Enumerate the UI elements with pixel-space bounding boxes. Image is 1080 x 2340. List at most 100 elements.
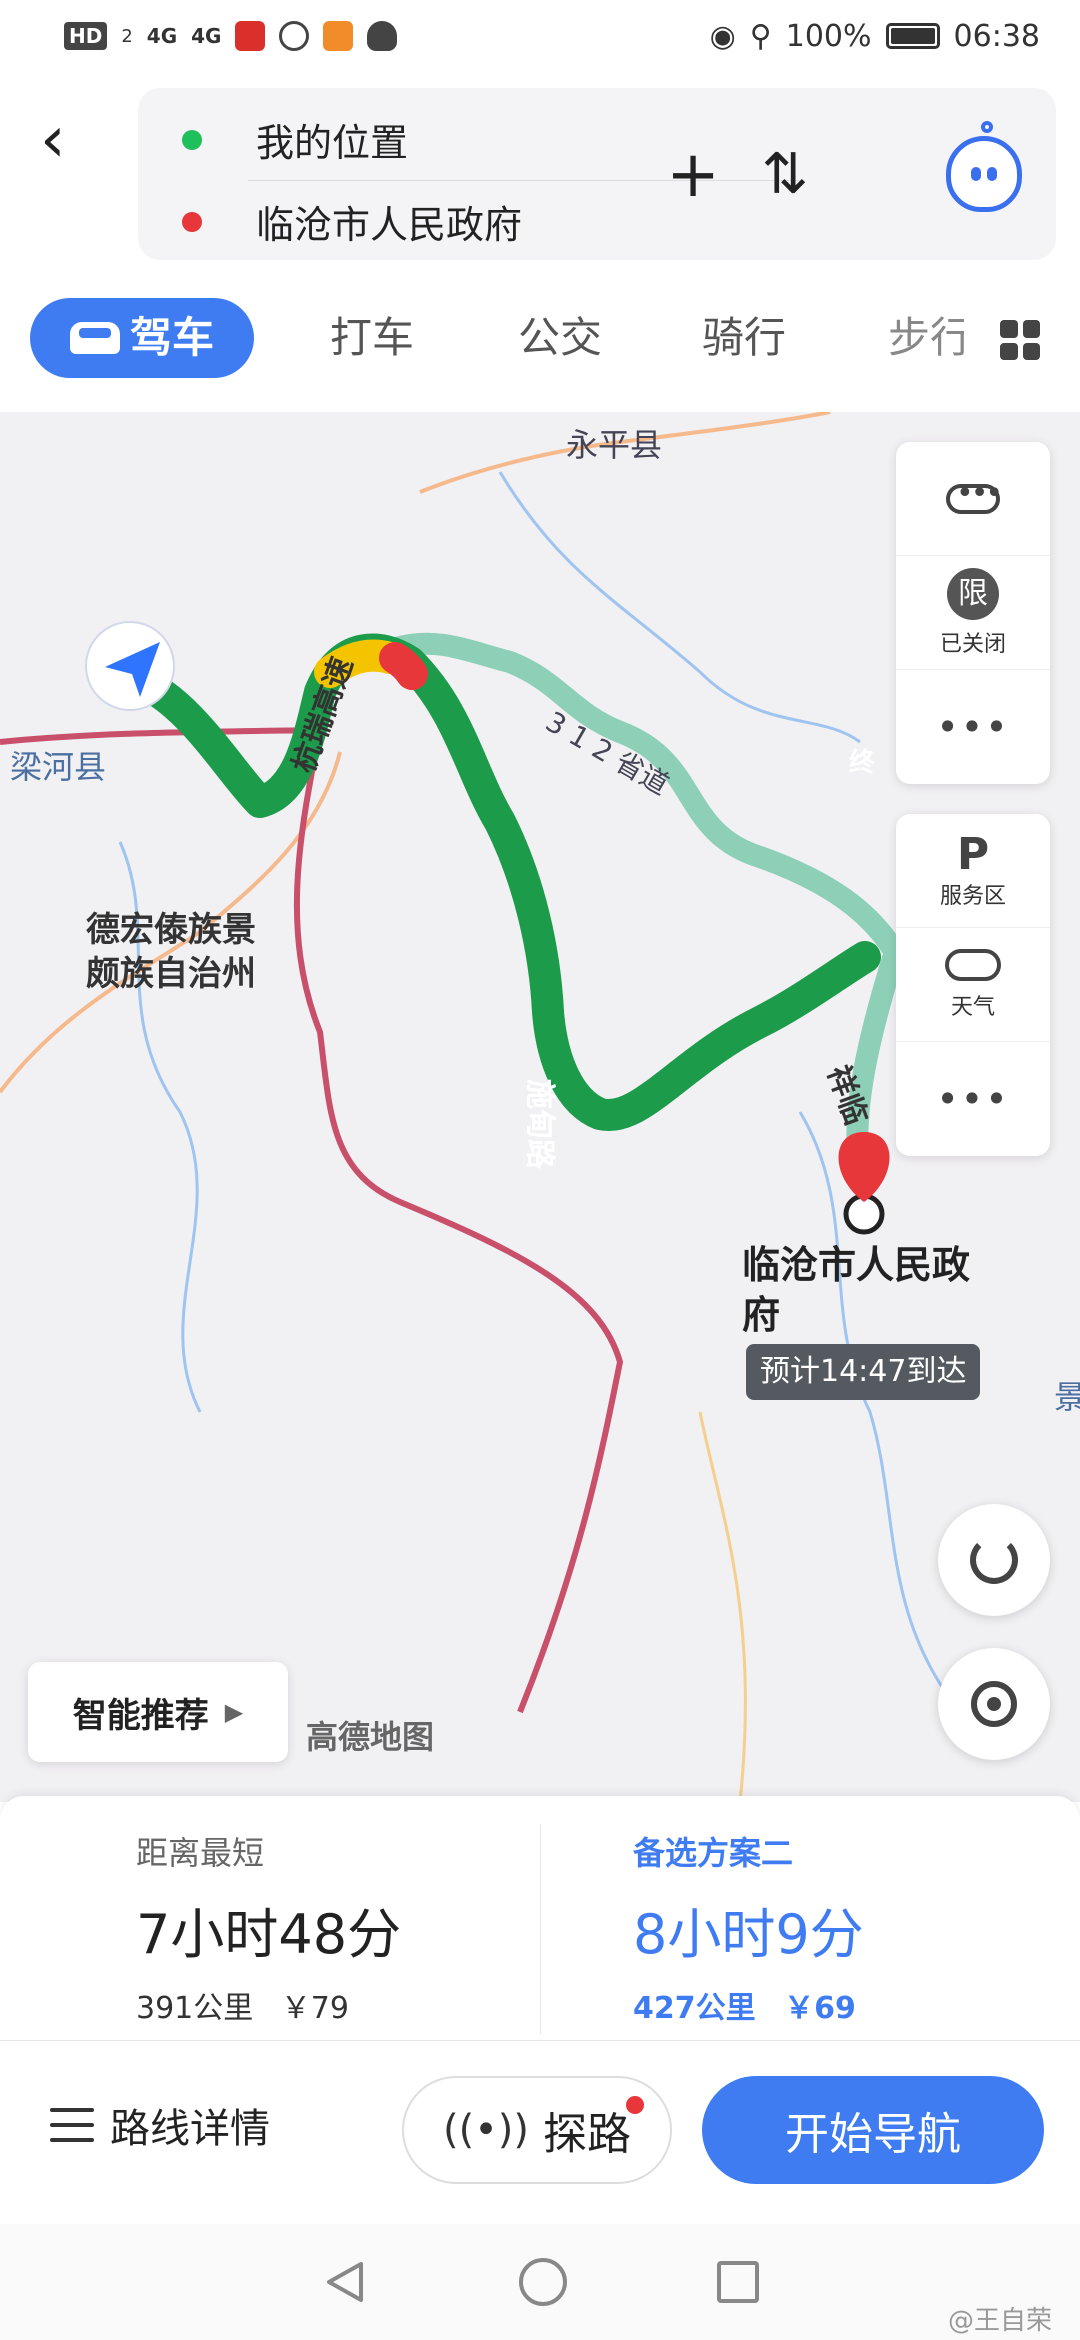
plan-2-time: 8小时9分 [633, 1903, 864, 1966]
smart-recommend-button[interactable]: 智能推荐 ▶ [28, 1662, 288, 1762]
signal-icon-1: 4G [146, 24, 178, 48]
destination-map-label: 临沧市人民政府 [742, 1243, 971, 1337]
route-input-box: 我的位置 临沧市人民政府 + ⇅ [138, 88, 1056, 260]
more-icon-2: ••• [936, 1077, 1010, 1121]
road-label-shidian: 施甸路 [522, 1079, 557, 1169]
battery-percent: 100% [785, 18, 872, 54]
map-tools-panel-bottom: P 服务区 天气 ••• [896, 814, 1050, 1156]
notification-dot [626, 2096, 644, 2114]
destination-text: 临沧市人民政府 [256, 203, 523, 247]
add-waypoint-button[interactable]: + [658, 130, 728, 220]
plan-1-time: 7小时48分 [136, 1903, 402, 1966]
more-tools-bottom[interactable]: ••• [896, 1042, 1050, 1156]
nav-recents-icon[interactable] [717, 2261, 759, 2303]
service-area-label: 服务区 [939, 883, 1006, 909]
plan-card-2[interactable]: 备选方案二 8小时9分 427公里 ￥69 [540, 1824, 1080, 2034]
start-navigation-button[interactable]: 开始导航 [702, 2076, 1044, 2184]
destination-marker-label: 终 [849, 748, 876, 778]
mic-icon [235, 21, 266, 51]
destination-field[interactable]: 临沧市人民政府 [182, 194, 522, 249]
tab-taxi[interactable]: 打车 [330, 298, 414, 378]
refresh-icon [970, 1536, 1018, 1584]
traffic-icon [946, 476, 1000, 514]
tab-drive[interactable]: 驾车 [30, 298, 254, 378]
system-nav-bar [0, 2224, 1080, 2340]
plan-1-distance: 391公里 [136, 1991, 254, 2026]
weather-label: 天气 [950, 994, 995, 1020]
restriction-toggle[interactable]: 限 已关闭 [896, 556, 1050, 670]
cloud-icon [945, 948, 1001, 981]
plan-card-1[interactable]: 距离最短 7小时48分 391公里 ￥79 [0, 1824, 540, 2034]
list-icon [50, 2108, 94, 2142]
map-view[interactable]: 永平县 梁河县 德宏傣族景 颇族自治州 景 杭瑞高速 3 1 2 省道 施甸路 … [0, 412, 1080, 1802]
tab-bus[interactable]: 公交 [518, 298, 602, 378]
probe-route-button[interactable]: ((•)) 探路 [402, 2076, 672, 2184]
road-3 [698, 1411, 747, 1802]
weibo-watermark: @王自荣 [947, 2306, 1052, 2336]
car-icon [69, 322, 120, 354]
restriction-label: 已关闭 [939, 631, 1006, 657]
more-icon: ••• [936, 705, 1010, 749]
assistant-antenna [981, 121, 993, 133]
gaode-logo: 高德地图 [306, 1718, 435, 1756]
status-right: ◉ ⚲ 100% 06:38 [710, 19, 1040, 54]
probe-label: 探路 [543, 2109, 631, 2160]
back-icon[interactable]: ‹ [40, 100, 90, 180]
refresh-route-button[interactable] [938, 1504, 1050, 1616]
place-label-dehong-1: 德宏傣族景 [86, 910, 256, 950]
place-label-yongping: 永平县 [566, 426, 663, 464]
more-tools-top[interactable]: ••• [896, 670, 1050, 784]
clock: 06:38 [953, 18, 1040, 54]
origin-text: 我的位置 [256, 121, 409, 165]
nav-home-icon[interactable] [519, 2258, 567, 2306]
eye-icon: ◉ [709, 18, 736, 54]
jam-segment [379, 642, 428, 690]
eta-badge: 预计14:47到达 [746, 1344, 981, 1400]
more-modes-icon[interactable] [1000, 320, 1040, 360]
plan-1-toll: ￥79 [280, 1991, 349, 2026]
route-header: ‹ 我的位置 临沧市人民政府 + ⇅ 驾车 打车 公交 骑行 步行 [0, 72, 1080, 412]
plan-1-label: 距离最短 [136, 1834, 265, 1872]
main-route[interactable] [124, 633, 881, 1132]
route-details-label: 路线详情 [110, 2106, 270, 2152]
travel-mode-tabs: 驾车 打车 公交 骑行 步行 [0, 298, 1080, 388]
status-left: HD 2 4G 4G [64, 21, 398, 51]
swap-route-button[interactable]: ⇅ [750, 130, 820, 220]
play-arrow-icon: ▶ [224, 1698, 244, 1726]
app-icon [323, 21, 354, 51]
tab-drive-label: 驾车 [129, 313, 214, 362]
locate-me-button[interactable] [938, 1648, 1050, 1760]
origin-dot-icon [182, 129, 202, 150]
plan-2-label: 备选方案二 [633, 1834, 794, 1872]
plan-2-meta: 427公里 ￥69 [633, 1983, 1080, 2027]
hd-icon: HD [64, 22, 108, 50]
weather-toggle[interactable]: 天气 [896, 928, 1050, 1042]
crosshair-icon [971, 1681, 1017, 1727]
weibo-icon [279, 21, 310, 51]
assistant-avatar-icon[interactable] [946, 121, 1022, 212]
qq-icon [367, 21, 398, 51]
map-tools-panel-top: 限 已关闭 ••• [896, 442, 1050, 784]
sheet-divider [0, 2040, 1080, 2041]
location-icon: ⚲ [749, 18, 772, 54]
place-label-jing: 景 [1054, 1378, 1080, 1416]
destination-pin-icon[interactable] [838, 1132, 890, 1202]
destination-dot-icon [182, 211, 202, 232]
smart-recommend-label: 智能推荐 [72, 1695, 209, 1736]
traffic-toggle[interactable] [896, 442, 1050, 556]
service-area-icon: P [956, 828, 990, 880]
service-area-toggle[interactable]: P 服务区 [896, 814, 1050, 928]
origin-field[interactable]: 我的位置 [182, 112, 408, 167]
tab-walk[interactable]: 步行 [888, 298, 964, 378]
place-label-dehong-2: 颇族自治州 [86, 954, 256, 994]
place-label-lianghe: 梁河县 [10, 748, 107, 786]
plan-2-toll: ￥69 [784, 1991, 856, 2026]
plan-1-meta: 391公里 ￥79 [136, 1983, 540, 2027]
plan-2-distance: 427公里 [633, 1991, 756, 2026]
restriction-icon: 限 [947, 567, 999, 620]
broadcast-icon: ((•)) [442, 2107, 529, 2153]
route-details-button[interactable]: 路线详情 [50, 2096, 270, 2154]
signal-icon-2: 4G [191, 24, 222, 48]
nav-back-icon[interactable] [321, 2258, 369, 2306]
tab-bike[interactable]: 骑行 [702, 298, 786, 378]
